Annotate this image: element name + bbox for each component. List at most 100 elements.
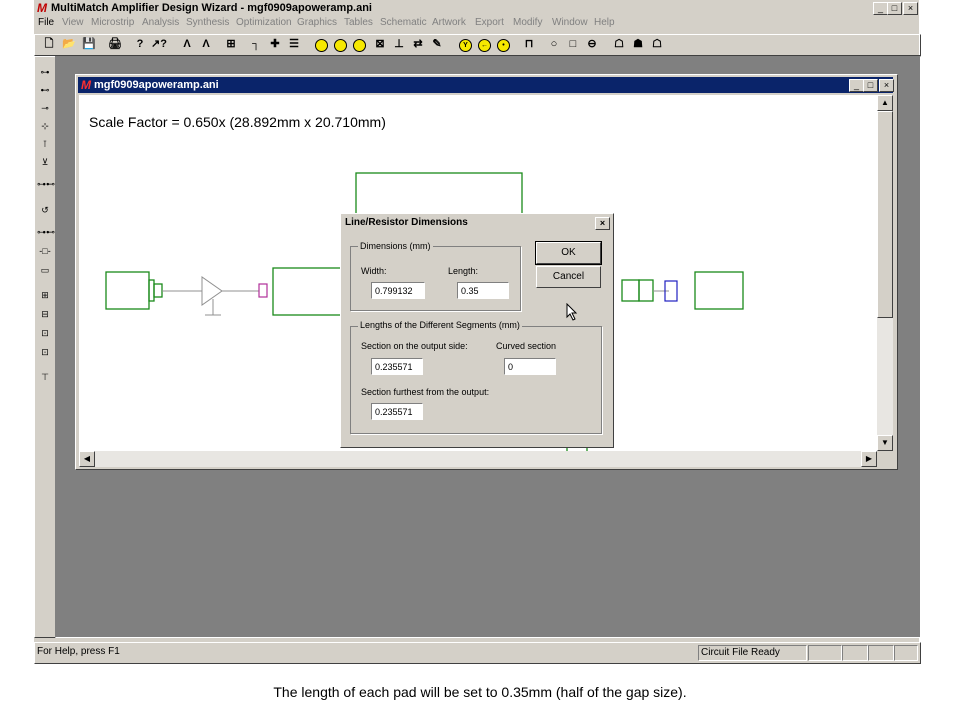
status-panel-a [808,645,842,661]
output-side-label: Section on the output side: [361,341,468,351]
curved-section-input[interactable]: 0 [504,358,556,375]
component-a-icon[interactable]: ☖ [611,36,627,52]
document-minimize-button[interactable]: _ [849,79,864,92]
print-icon[interactable]: 🖨 [107,36,123,52]
list-icon[interactable]: ☰ [286,36,302,52]
dialog-close-button[interactable]: × [595,217,610,230]
square-icon[interactable]: □ [565,36,581,52]
input-stub-2 [153,283,163,298]
width-input[interactable]: 0.799132 [371,282,425,299]
status-panel-c [868,645,894,661]
shape-icon[interactable]: ⊞ [223,36,239,52]
menu-microstrip[interactable]: Microstrip [91,17,134,28]
yellow-arrow-icon[interactable]: ← [478,39,491,52]
scroll-left-button[interactable]: ◀ [79,451,95,467]
output-side-input[interactable]: 0.235571 [371,358,423,375]
save-icon[interactable]: 💾 [81,36,97,52]
pulse-icon[interactable]: ⊓ [521,36,537,52]
antenna-icon[interactable]: ⊤ [37,370,53,384]
probe-a-icon[interactable]: ⊶ [37,65,53,79]
menu-analysis[interactable]: Analysis [142,17,179,28]
link-c-icon[interactable]: -□- [37,244,53,258]
note-icon[interactable]: ✎ [429,36,445,52]
output-stub-b [638,279,654,302]
ok-button[interactable]: OK [535,241,602,265]
document-close-button[interactable]: × [879,79,894,92]
menu-tables[interactable]: Tables [344,17,373,28]
menu-schematic[interactable]: Schematic [380,17,427,28]
menu-modify[interactable]: Modify [513,17,542,28]
furthest-section-input[interactable]: 0.235571 [371,403,423,420]
width-label: Width: [361,266,387,276]
link-b-icon[interactable]: ⊶⊷ [37,225,55,239]
menu-help[interactable]: Help [594,17,615,28]
input-pad [105,271,150,310]
menu-file[interactable]: File [38,17,54,28]
menu-export[interactable]: Export [475,17,504,28]
target-icon[interactable] [353,39,366,52]
cross-icon[interactable]: ✚ [267,36,283,52]
yellow-y-icon[interactable]: Y [459,39,472,52]
probe-e-icon[interactable]: ⊺ [37,137,53,151]
app-title-bar[interactable]: M MultiMatch Amplifier Design Wizard - m… [34,0,919,16]
menu-view[interactable]: View [62,17,84,28]
pin-box-icon[interactable]: ⊡ [37,345,53,359]
scroll-up-button[interactable]: ▲ [877,95,893,111]
open-folder-icon[interactable]: 📂 [61,36,77,52]
draw-icon[interactable]: Λ [179,36,195,52]
restore-button[interactable]: □ [887,2,902,15]
rect-icon[interactable]: ▭ [37,263,53,277]
document-restore-button[interactable]: □ [863,79,878,92]
gauge-icon[interactable] [334,39,347,52]
menu-graphics[interactable]: Graphics [297,17,337,28]
dialog-title-bar[interactable]: Line/Resistor Dimensions × [342,215,612,231]
draw-alt-icon[interactable]: Λ [198,36,214,52]
horizontal-scrollbar[interactable]: ◀ ▶ [79,451,877,467]
document-title: mgf0909apoweramp.ani [94,79,219,91]
scroll-thumb-vertical[interactable] [877,111,893,318]
dimensions-group-label: Dimensions (mm) [358,241,433,251]
menu-window[interactable]: Window [552,17,588,28]
probe-d-icon[interactable]: ⊹ [37,119,53,133]
dot-box-icon[interactable]: ⊡ [37,326,53,340]
probe-f-icon[interactable]: ⊻ [37,155,53,169]
new-file-icon[interactable]: 🗋 [41,36,57,52]
plus-box-icon[interactable]: ⊞ [37,288,53,302]
yellow-dot-icon[interactable]: • [497,39,510,52]
circle-icon[interactable] [315,39,328,52]
probe-b-icon[interactable]: ⊷ [37,83,53,97]
loop-icon[interactable]: ↺ [37,203,53,217]
swap-icon[interactable]: ⇄ [410,36,426,52]
context-help-icon[interactable]: ↗? [151,36,167,52]
slide-caption: The length of each pad will be set to 0.… [273,684,687,700]
length-input[interactable]: 0.35 [457,282,509,299]
minus-circle-icon[interactable]: ⊖ [584,36,600,52]
minus-box-icon[interactable]: ⊟ [37,307,53,321]
tee-icon[interactable]: ⊥ [391,36,407,52]
menu-artwork[interactable]: Artwork [432,17,466,28]
menu-synthesis[interactable]: Synthesis [186,17,229,28]
status-panel-b [842,645,868,661]
menu-optimization[interactable]: Optimization [236,17,292,28]
probe-c-icon[interactable]: ⊸ [37,101,53,115]
help-icon[interactable]: ? [132,36,148,52]
top-bias-line [355,172,523,216]
box-icon[interactable]: ⊠ [372,36,388,52]
component-b-icon[interactable]: ☗ [630,36,646,52]
scroll-down-button[interactable]: ▼ [877,435,893,451]
dialog-title: Line/Resistor Dimensions [345,217,468,228]
link-icon[interactable]: ⊶⊷ [37,177,55,191]
line-icon[interactable]: ┐ [248,36,264,52]
input-stub [148,279,155,302]
mouse-cursor-icon [566,303,578,321]
scroll-right-button[interactable]: ▶ [861,451,877,467]
close-button[interactable]: × [903,2,918,15]
vertical-scrollbar[interactable]: ▲ ▼ [877,95,893,451]
open-circle-icon[interactable]: ○ [546,36,562,52]
minimize-button[interactable]: _ [873,2,888,15]
document-title-bar[interactable]: M mgf0909apoweramp.ani _ □ × [78,77,894,93]
cancel-button[interactable]: Cancel [536,266,601,288]
app-title: MultiMatch Amplifier Design Wizard - mgf… [51,2,372,14]
main-toolbar: 🗋 📂 💾 🖨 ? ↗? Λ Λ ⊞ ┐ ✚ ☰ ⊠ ⊥ ⇄ ✎ Y ← • ⊓… [34,34,921,56]
component-c-icon[interactable]: ☖ [649,36,665,52]
